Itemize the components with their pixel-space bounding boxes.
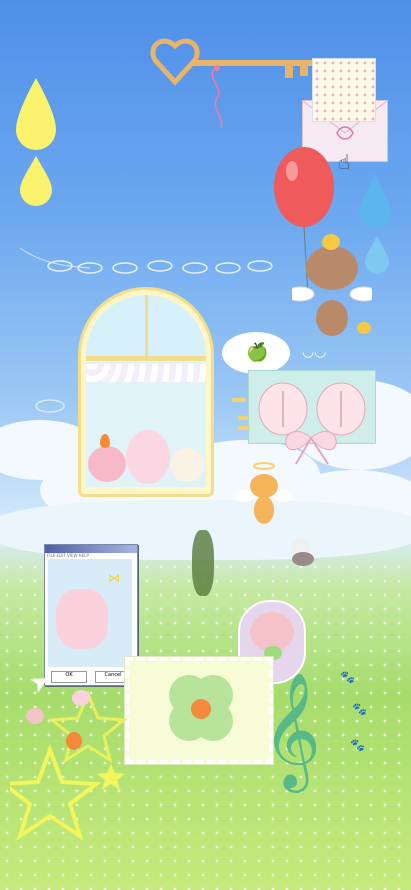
wallpaper-screen: ☝ 🍏 ◡◡ FILE EDIT VIEW HELP ⋈ OK Cancel ➤… [0,0,411,890]
angel-cat-icon [234,460,294,528]
raindrop-blue-icon [359,174,391,274]
chick-icon [322,234,340,250]
raindrop-yellow-icon [16,78,56,206]
mini-app-window[interactable]: Ecoute Flecombos FILE EDIT VIEW HELP ⋈ O… [44,544,138,686]
star-icon [97,764,125,790]
ok-button[interactable]: OK [51,671,87,683]
sparkle-flake [238,426,250,430]
sparkle-flake [232,398,246,402]
window-image-pane: ⋈ [48,559,132,667]
music-note-icon: 𝄞 [262,671,322,788]
pawprint-icon: 🐾 [352,702,367,716]
window-mullion [145,295,148,360]
cat-icon [292,552,314,566]
bunny-icon: ◡◡ [302,344,327,360]
bunny-icon [26,708,44,724]
pawprint-icon: 🐾 [340,670,355,684]
carrot-icon [100,434,110,448]
window-sill [86,356,206,361]
fish-chain-decoration [20,247,273,274]
carrot-icon [66,732,82,750]
cream-bunny-plush [170,448,204,482]
letter-card [312,58,376,122]
chick-icon [357,322,371,334]
pink-bunny-plush [126,430,170,484]
apple-icon: 🍏 [246,342,269,363]
pink-bear-plush [88,446,126,482]
pawprint-icon: 🐾 [350,738,365,752]
window-curtain [86,364,206,382]
key-icon [150,38,313,129]
sparkle-flake [238,416,248,420]
fish-icon [35,399,65,413]
tree-silhouette [192,530,214,596]
bear-head [306,246,358,290]
bow-icon: ⋈ [108,571,120,585]
clover-stamp [125,657,273,764]
bunny-icon [72,690,90,706]
pink-puppy-plush [56,589,108,649]
window-titlebar[interactable]: Ecoute Flecombos [45,545,137,562]
